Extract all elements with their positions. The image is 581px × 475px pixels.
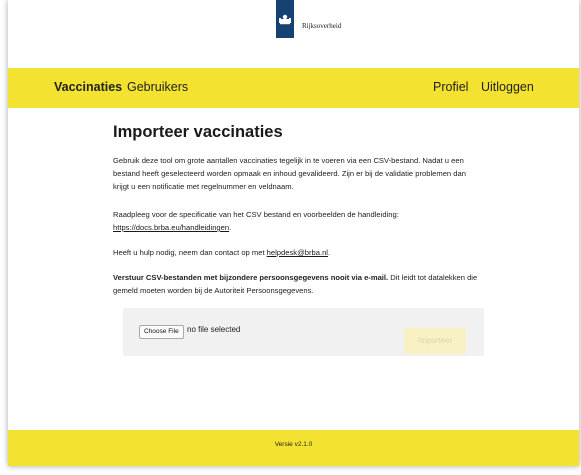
handleiding-link[interactable]: https://docs.brba.eu/handleidingen xyxy=(113,223,229,232)
help-text: Heeft u hulp nodig, neem dan contact op … xyxy=(113,248,267,257)
nav-uitloggen[interactable]: Uitloggen xyxy=(481,80,534,94)
site-header: Rijksoverheid xyxy=(8,0,579,68)
specification-paragraph: Raadpleeg voor de specificatie van het C… xyxy=(113,208,478,234)
choose-file-button[interactable]: Choose File xyxy=(139,325,184,339)
browser-frame: Rijksoverheid Vaccinaties Gebruikers Pro… xyxy=(8,0,579,466)
main-content: Importeer vaccinaties Gebruik deze tool … xyxy=(8,108,579,430)
warning-paragraph: Verstuur CSV-bestanden met bijzondere pe… xyxy=(113,271,478,297)
version-label: Versie v2.1.0 xyxy=(274,441,313,448)
nav-profiel[interactable]: Profiel xyxy=(433,80,468,94)
helpdesk-email-link[interactable]: helpdesk@brba.nl xyxy=(267,248,328,257)
nav-gebruikers[interactable]: Gebruikers xyxy=(127,80,188,94)
help-paragraph: Heeft u hulp nodig, neem dan contact op … xyxy=(113,246,478,259)
help-end: . xyxy=(328,248,331,257)
brand-name: Rijksoverheid xyxy=(302,22,342,30)
warning-bold-text: Verstuur CSV-bestanden met bijzondere pe… xyxy=(113,273,389,282)
site-footer: Versie v2.1.0 xyxy=(8,430,579,466)
import-button[interactable]: Importeer xyxy=(404,328,466,354)
coat-of-arms-icon xyxy=(276,0,294,38)
page-title: Importeer vaccinaties xyxy=(113,123,283,141)
upload-panel: Choose File no file selected Importeer xyxy=(123,308,484,356)
specification-text: Raadpleeg voor de specificatie van het C… xyxy=(113,210,399,219)
intro-paragraph: Gebruik deze tool om grote aantallen vac… xyxy=(113,156,466,191)
content-column: Importeer vaccinaties Gebruik deze tool … xyxy=(113,122,478,295)
specification-end: . xyxy=(229,223,232,232)
file-status: no file selected xyxy=(187,325,241,334)
main-navigation: Vaccinaties Gebruikers Profiel Uitloggen xyxy=(8,68,579,108)
nav-vaccinaties[interactable]: Vaccinaties xyxy=(54,80,122,94)
